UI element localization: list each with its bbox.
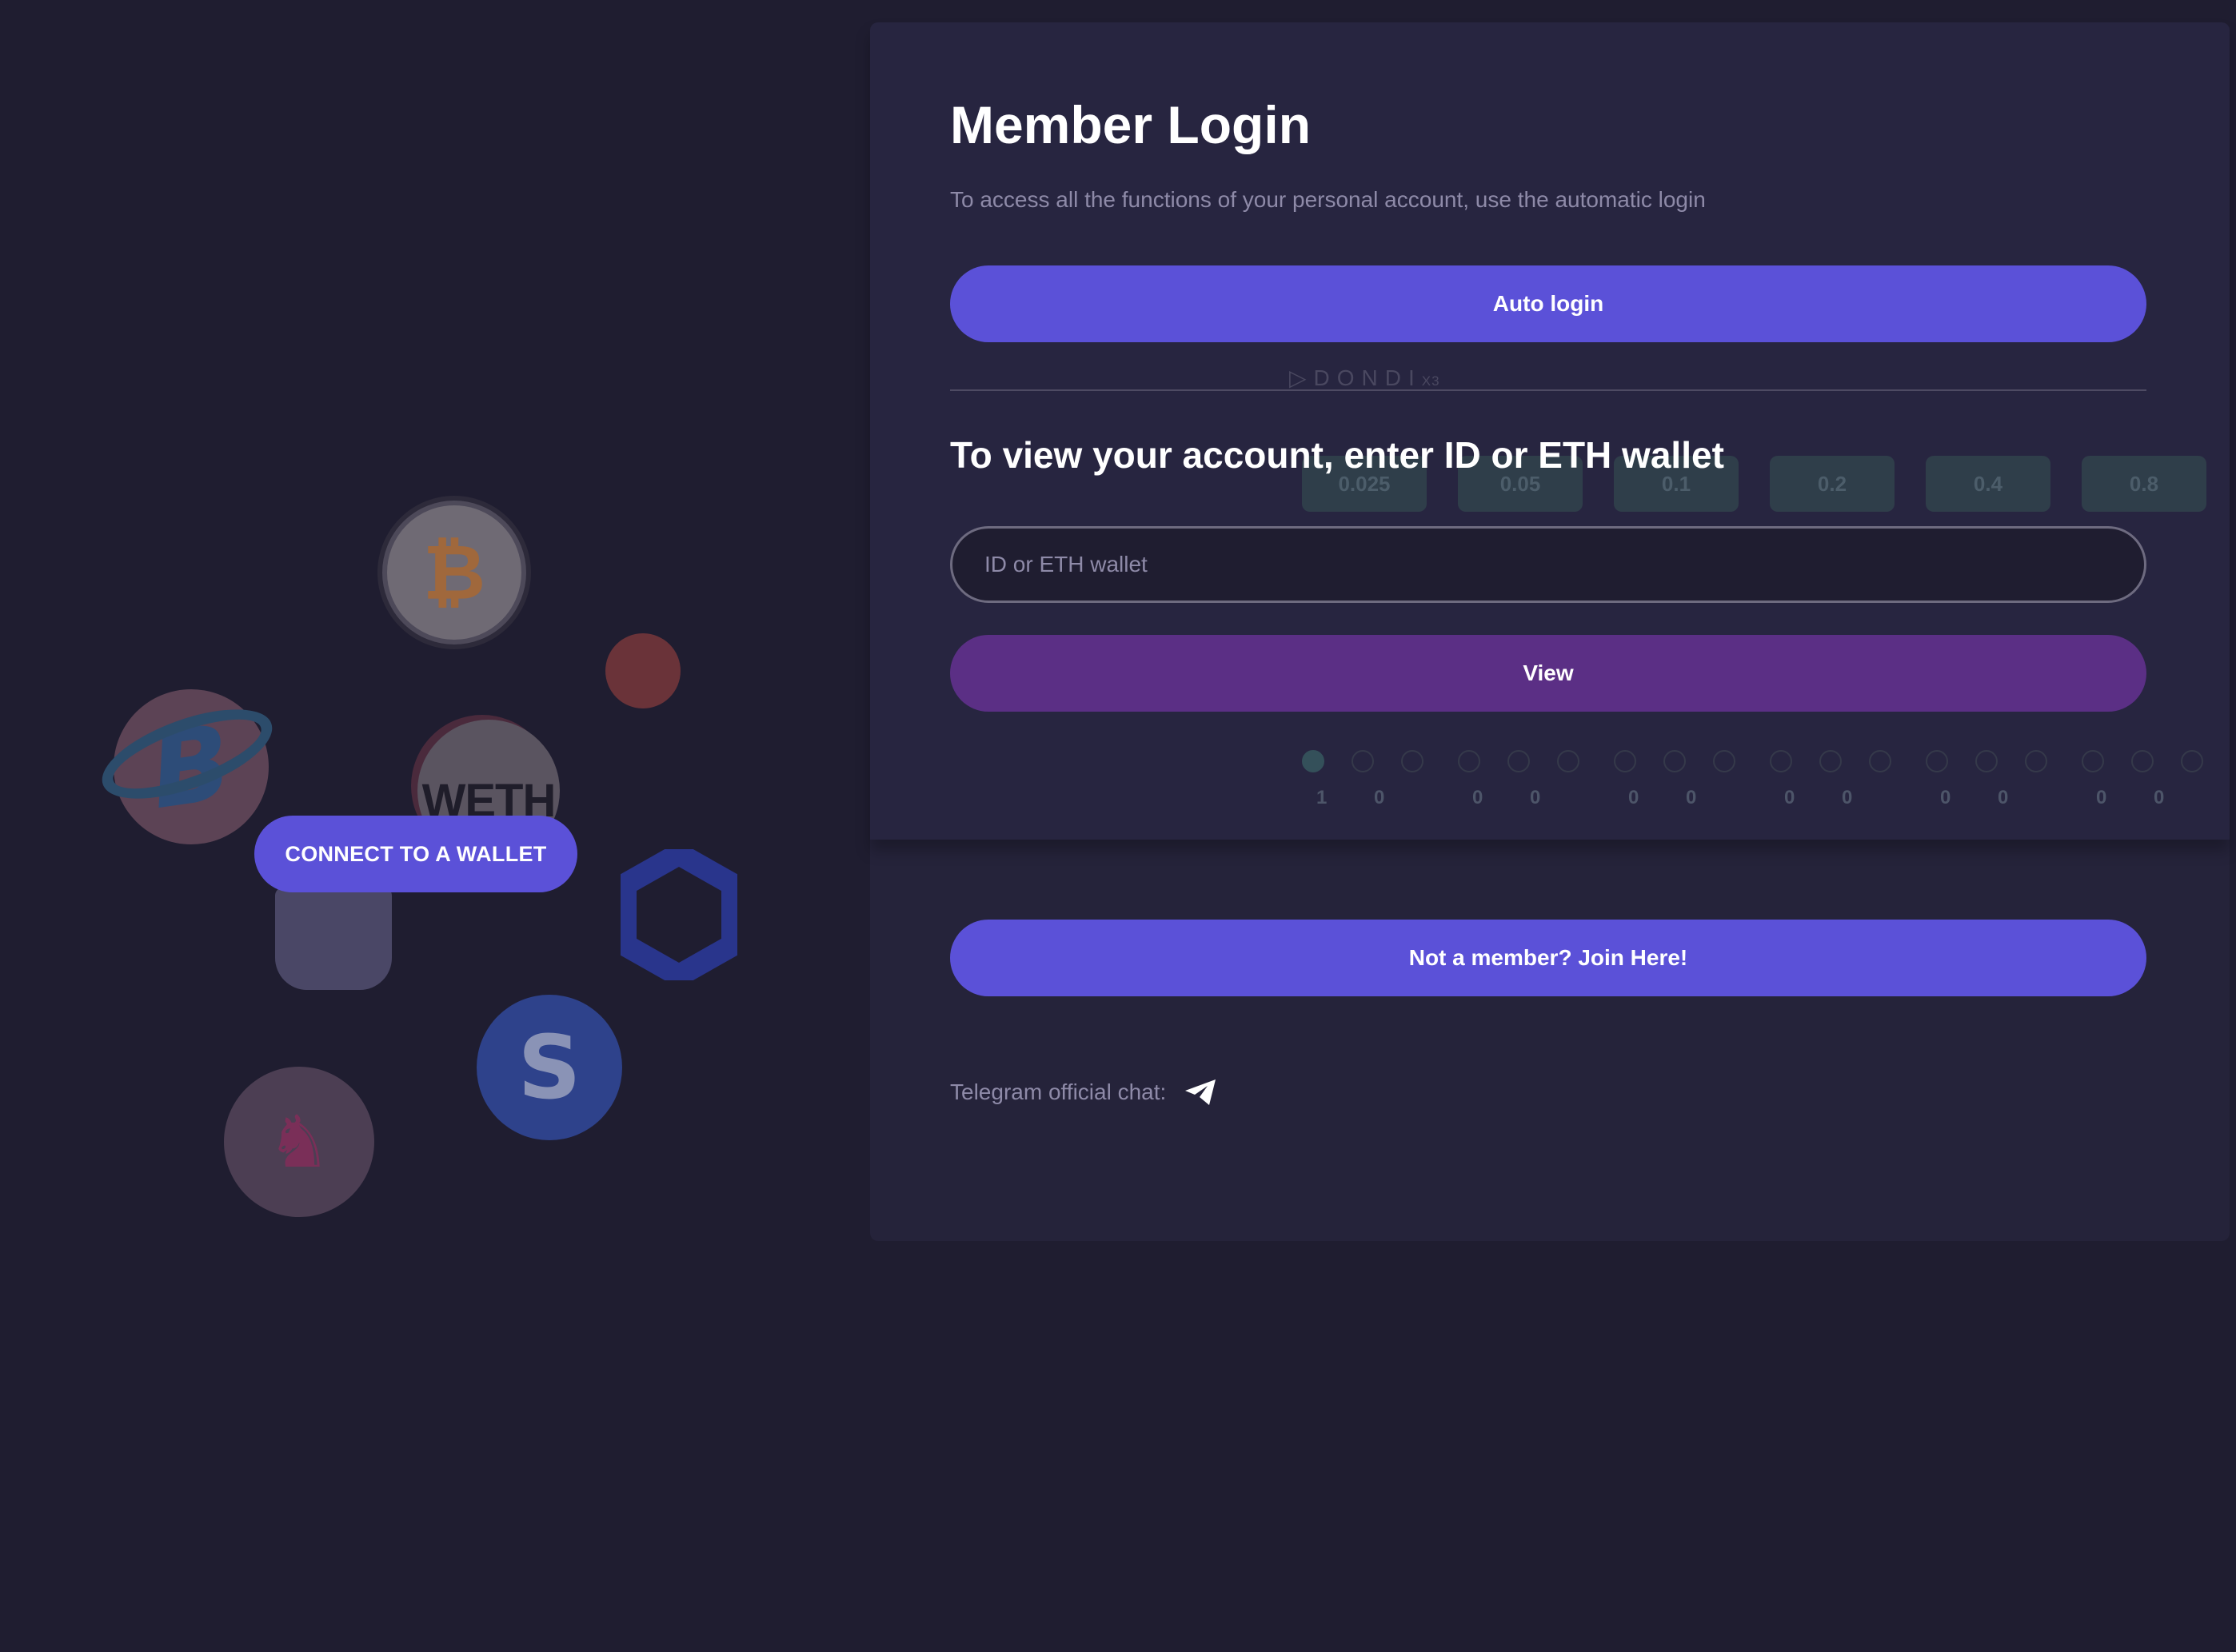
matrix-slot-dot	[1819, 750, 1842, 772]
connect-wallet-button[interactable]: CONNECT TO A WALLET	[254, 816, 577, 892]
pixel-knight-icon	[275, 888, 392, 990]
matrix-stat-value: 0	[1628, 787, 1639, 808]
matrix-stat-value: 0	[1784, 787, 1795, 808]
page-title: Member Login	[950, 95, 1312, 154]
matrix-slot-dot	[1507, 750, 1530, 772]
brand-name: DONDI	[1313, 365, 1422, 390]
view-button[interactable]: View	[950, 635, 2146, 712]
matrix-stat-value: 0	[1472, 787, 1483, 808]
matrix-slot-dot	[1926, 750, 1948, 772]
matrix-slot-dot	[1770, 750, 1792, 772]
chainlink-hexagon-icon	[621, 849, 737, 980]
telegram-chat-link[interactable]: Telegram official chat:	[950, 1078, 1217, 1107]
matrix-slot-dot	[1302, 750, 1324, 772]
matrix-stat-value: 0	[1940, 787, 1951, 808]
matrix-slot-dot	[1975, 750, 1998, 772]
matrix-slot-dot	[2131, 750, 2154, 772]
matrix-stat-value: 0	[1842, 787, 1853, 808]
matrix-slot-dot	[1557, 750, 1579, 772]
matrix-stat-value: 0	[1530, 787, 1541, 808]
matrix-level-badge: 0.4	[1926, 456, 2050, 512]
matrix-slot-dot	[1401, 750, 1423, 772]
divider	[950, 389, 2146, 391]
page-subtitle: To access all the functions of your pers…	[950, 187, 1706, 212]
matrix-stat-value: 0	[1686, 787, 1697, 808]
login-panel: 0.025 0.05 0.1 0.2 0.4 0.8 1 0 0 0 0 0 0 0 0 0 0 0 Member…	[870, 22, 2230, 1241]
view-account-heading: To view your account, enter ID or ETH wa…	[950, 434, 1724, 476]
telegram-icon[interactable]	[1184, 1078, 1217, 1107]
bitcoin-coin-icon: ₿	[382, 501, 526, 644]
matrix-slot-dot	[2082, 750, 2104, 772]
red-coin-icon	[605, 633, 681, 708]
matrix-slot-dot	[1352, 750, 1374, 772]
matrix-level-badge: 0.2	[1770, 456, 1895, 512]
matrix-slot-dot	[1869, 750, 1891, 772]
matrix-slot-dot	[2181, 750, 2203, 772]
matrix-slot-dot	[1663, 750, 1686, 772]
telegram-label: Telegram official chat:	[950, 1079, 1167, 1104]
join-button[interactable]: Not a member? Join Here!	[950, 920, 2146, 996]
matrix-stat-value: 0	[2154, 787, 2165, 808]
matrix-stat-value: 1	[1316, 787, 1328, 808]
matrix-stat-value: 0	[1998, 787, 2009, 808]
play-icon: ▷	[1289, 365, 1314, 390]
matrix-slot-dot	[1614, 750, 1636, 772]
matrix-stat-value: 0	[2096, 787, 2107, 808]
matrix-stat-value: 0	[1374, 787, 1385, 808]
matrix-slot-dot	[2025, 750, 2047, 772]
id-or-wallet-input[interactable]	[950, 526, 2146, 603]
brand-suffix: X3	[1421, 373, 1440, 389]
auto-login-button[interactable]: Auto login	[950, 265, 2146, 342]
yearn-coin-icon: S	[477, 995, 622, 1140]
matrix-level-badge: 0.8	[2082, 456, 2206, 512]
matrix-slot-dot	[1458, 750, 1480, 772]
brand-watermark: ▷DONDIX3	[1289, 365, 1440, 391]
matrix-slot-dot	[1713, 750, 1735, 772]
uniswap-coin-icon: ♞	[224, 1067, 374, 1217]
